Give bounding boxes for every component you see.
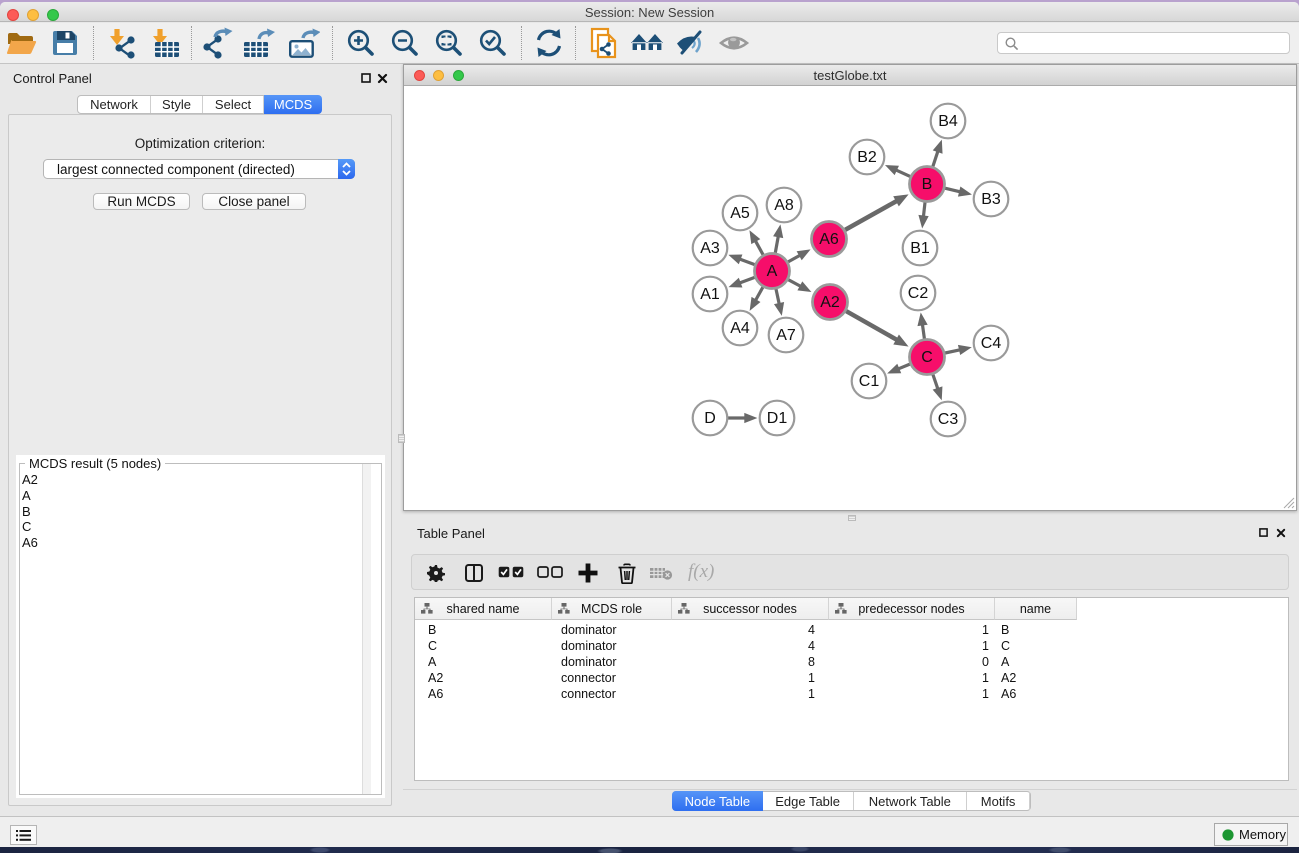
svg-text:C4: C4	[981, 335, 1002, 352]
svg-text:C1: C1	[859, 373, 880, 390]
svg-text:D: D	[704, 410, 716, 427]
svg-text:B3: B3	[981, 191, 1001, 208]
svg-text:B4: B4	[938, 113, 958, 130]
svg-text:A6: A6	[819, 231, 839, 248]
svg-text:B1: B1	[910, 240, 930, 257]
svg-text:A2: A2	[820, 294, 840, 311]
svg-text:A7: A7	[776, 327, 796, 344]
svg-text:A3: A3	[700, 240, 720, 257]
svg-text:C2: C2	[908, 285, 929, 302]
svg-text:A: A	[767, 263, 778, 280]
svg-text:D1: D1	[767, 410, 788, 427]
svg-text:A4: A4	[730, 320, 750, 337]
svg-text:A8: A8	[774, 197, 794, 214]
svg-text:B: B	[922, 176, 933, 193]
svg-text:A1: A1	[700, 286, 720, 303]
svg-text:B2: B2	[857, 149, 877, 166]
svg-text:A5: A5	[730, 205, 750, 222]
svg-text:C: C	[921, 349, 933, 366]
svg-text:C3: C3	[938, 411, 959, 428]
